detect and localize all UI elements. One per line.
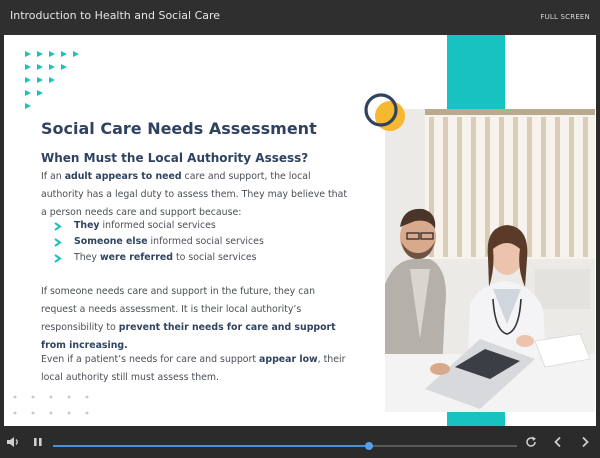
volume-icon[interactable] [6, 435, 20, 449]
chevron-right-icon [54, 238, 62, 247]
future-paragraph: If someone needs care and support in the… [41, 286, 336, 351]
replay-icon[interactable] [524, 435, 538, 449]
list-item: They informed social services [54, 218, 264, 234]
progress-knob[interactable] [364, 442, 373, 450]
intro-paragraph: If an adult appears to need care and sup… [41, 171, 348, 218]
slide: Social Care Needs Assessment When Must t… [4, 35, 596, 426]
arrow-pattern-decoration [25, 51, 95, 113]
doctor-patient-photo [385, 109, 595, 412]
player-controls [0, 426, 600, 458]
next-icon[interactable] [578, 435, 592, 449]
progress-fill [53, 445, 369, 447]
course-title: Introduction to Health and Social Care [10, 9, 221, 22]
list-item: Someone else informed social services [54, 234, 264, 250]
circle-logo-decoration [362, 91, 408, 137]
chevron-right-icon [54, 222, 62, 231]
list-item: They were referred to social services [54, 250, 264, 266]
slide-subtitle: When Must the Local Authority Assess? [41, 151, 309, 165]
dot-pattern-decoration [12, 393, 102, 417]
slide-title: Social Care Needs Assessment [41, 119, 317, 138]
low-needs-paragraph: Even if a patient’s needs for care and s… [41, 354, 346, 383]
chevron-right-icon [54, 254, 62, 263]
fullscreen-button[interactable]: FULL SCREEN [540, 13, 590, 21]
previous-icon[interactable] [551, 435, 565, 449]
progress-bar[interactable] [53, 442, 517, 450]
reasons-list: They informed social services Someone el… [54, 218, 264, 266]
top-bar: Introduction to Health and Social Care F… [0, 0, 600, 35]
pause-icon[interactable] [31, 435, 45, 449]
